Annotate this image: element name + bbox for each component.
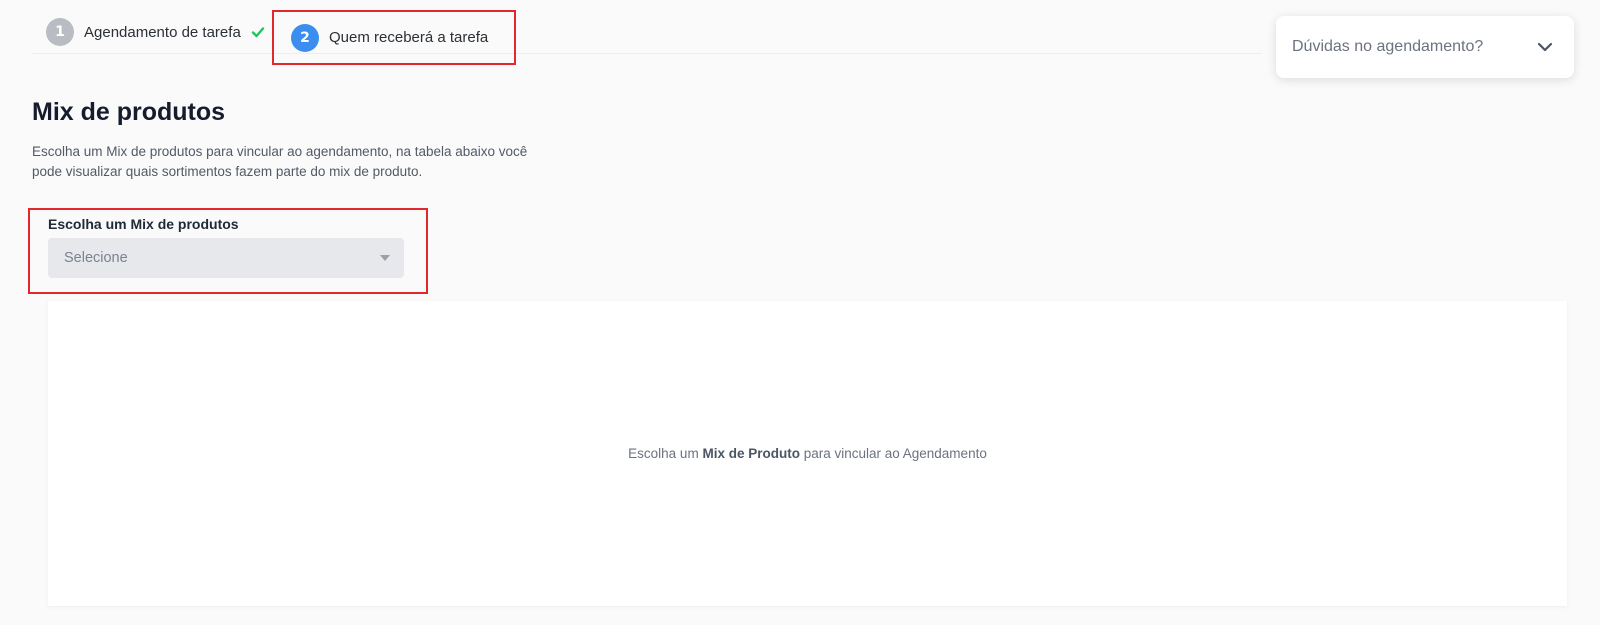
mix-select-value: Selecione: [64, 250, 128, 266]
empty-state-message: Escolha um Mix de Produto para vincular …: [628, 446, 987, 461]
chevron-down-icon[interactable]: [1536, 38, 1554, 56]
stepper: 1 Agendamento de tarefa 2 Quem receberá …: [32, 10, 1262, 65]
help-label: Dúvidas no agendamento?: [1292, 38, 1484, 55]
mix-select-label: Escolha um Mix de produtos: [48, 216, 239, 232]
step-label: Quem receberá a tarefa: [329, 29, 489, 46]
help-dropdown[interactable]: Dúvidas no agendamento?: [1276, 16, 1574, 78]
check-icon: [251, 27, 264, 38]
empty-prefix: Escolha um: [628, 446, 703, 461]
step-number: 2: [291, 23, 319, 52]
step-number: 1: [46, 18, 74, 46]
mix-select[interactable]: Selecione: [48, 238, 404, 278]
step-quem-recebera[interactable]: 2 Quem receberá a tarefa: [272, 10, 516, 65]
caret-down-icon: [380, 255, 390, 261]
step-agendamento[interactable]: 1 Agendamento de tarefa: [46, 12, 265, 52]
mix-select-group: Escolha um Mix de produtos Selecione: [28, 208, 428, 294]
page-description: Escolha um Mix de produtos para vincular…: [32, 144, 528, 179]
empty-suffix: para vincular ao Agendamento: [799, 446, 987, 461]
page-title: Mix de produtos: [32, 98, 226, 126]
mix-table-panel: Escolha um Mix de Produto para vincular …: [48, 301, 1567, 606]
step-label: Agendamento de tarefa: [84, 23, 241, 41]
empty-highlight: Mix de Produto: [702, 446, 800, 461]
